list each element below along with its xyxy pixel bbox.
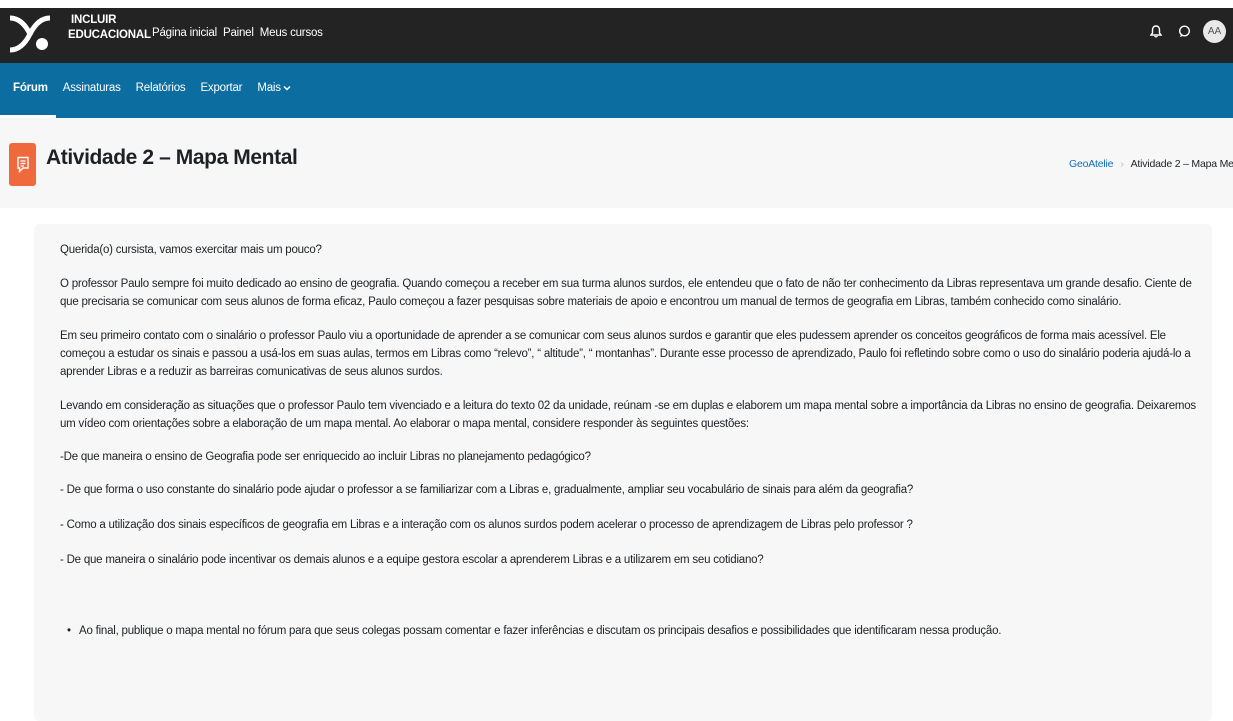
chevron-right-icon: › (1120, 158, 1124, 170)
instructions-paragraph: Levando em consideração as situações que… (60, 400, 1196, 430)
site-brand[interactable]: INCLUIR EDUCACIONAL (68, 13, 151, 43)
breadcrumb-course-link[interactable]: GeoAtelie (1069, 158, 1114, 170)
top-navbar: INCLUIR EDUCACIONAL Página inicial Paine… (0, 8, 1233, 63)
breadcrumb: GeoAtelie › Atividade 2 – Mapa Mental (1069, 158, 1233, 170)
activity-description: Querida(o) cursista, vamos exercitar mai… (34, 224, 1212, 721)
tab-subscriptions[interactable]: Assinaturas (63, 82, 121, 94)
more-label: Mais (257, 82, 281, 94)
question-1: -De que maneira o ensino de Geografia po… (60, 451, 591, 463)
nav-my-courses-link[interactable]: Meus cursos (260, 27, 323, 39)
message-icon[interactable] (1175, 23, 1193, 41)
breadcrumb-current: Atividade 2 – Mapa Mental (1130, 158, 1233, 170)
tab-export[interactable]: Exportar (200, 82, 242, 94)
context-paragraph: Em seu primeiro contato com o sinalário … (60, 330, 1191, 378)
incluir-logo-icon[interactable] (8, 14, 52, 54)
forum-icon (9, 143, 36, 186)
page-title: Atividade 2 – Mapa Mental (46, 146, 298, 169)
tab-reports[interactable]: Relatórios (136, 82, 186, 94)
intro-paragraph: Querida(o) cursista, vamos exercitar mai… (60, 244, 322, 256)
story-paragraph: O professor Paulo sempre foi muito dedic… (60, 278, 1192, 308)
user-controls: AA (1147, 20, 1226, 43)
question-3: - Como a utilização dos sinais específic… (60, 519, 913, 531)
secondary-nav: Fórum Assinaturas Relatórios Exportar Ma… (0, 63, 1233, 118)
brand-line-2: EDUCACIONAL (68, 29, 151, 41)
nav-home-link[interactable]: Página inicial (152, 27, 217, 39)
question-2: - De que forma o uso constante do sinalá… (60, 484, 914, 496)
final-instruction-bullet: Ao final, publique o mapa mental no fóru… (67, 625, 1001, 637)
tab-more[interactable]: Mais (257, 82, 291, 94)
primary-nav: Página inicial Painel Meus cursos (152, 27, 323, 39)
brand-line-1: INCLUIR (71, 14, 117, 26)
tab-forum[interactable]: Fórum (13, 82, 48, 94)
bell-icon[interactable] (1147, 23, 1165, 41)
question-4: - De que maneira o sinalário pode incent… (60, 554, 764, 566)
user-avatar[interactable]: AA (1203, 20, 1226, 43)
chevron-down-icon (283, 85, 291, 91)
nav-dashboard-link[interactable]: Painel (223, 27, 254, 39)
